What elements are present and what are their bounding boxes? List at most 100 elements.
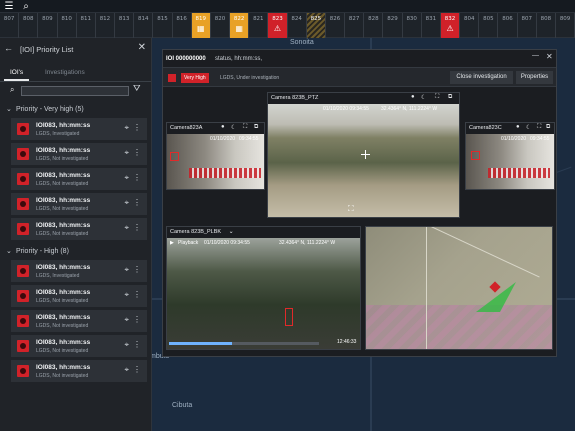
menu-icon[interactable]: ☰ [3, 1, 15, 12]
close-icon[interactable]: ✕ [546, 52, 553, 61]
more-options-icon[interactable]: ⋮ [133, 198, 141, 207]
ioi-list-item[interactable]: IOI083, hh:mm:ss LGDS, Not investigated ⌖ ⋮ [11, 335, 147, 357]
properties-button[interactable]: Properties [516, 71, 553, 84]
priority-group-header[interactable]: ⌄ Priority - High (8) [0, 243, 151, 260]
timeline-segment[interactable]: 825 [306, 13, 326, 38]
record-icon[interactable]: ● [516, 124, 520, 130]
more-options-icon[interactable]: ⋮ [133, 173, 141, 182]
more-options-icon[interactable]: ⋮ [133, 365, 141, 374]
timeline-segment[interactable]: 807 [518, 13, 537, 38]
search-input[interactable] [21, 86, 129, 96]
popout-icon[interactable]: ⧉ [254, 124, 258, 131]
chevron-down-icon[interactable]: ⌄ [229, 229, 234, 235]
search-icon[interactable]: ⌕ [20, 1, 32, 12]
timeline-segment[interactable]: 822 ▦ [230, 13, 250, 38]
ioi-list-item[interactable]: IOI083, hh:mm:ss LGDS, Not investigated ⌖ ⋮ [11, 360, 147, 382]
ioi-list-item[interactable]: IOI083, hh:mm:ss LGDS, Not investigated ⌖ ⋮ [11, 285, 147, 307]
location-pin-icon[interactable]: ⌖ [124, 265, 129, 275]
ioi-list-item[interactable]: IOI083, hh:mm:ss LGDS, Not investigated ⌖ ⋮ [11, 218, 147, 240]
camera-feed-playback[interactable]: Camera 823B_PLBK ⌄ ▶ Playback 01/10/2020… [166, 226, 361, 350]
timeline-segment[interactable]: 809 [556, 13, 575, 38]
ioi-list-item[interactable]: IOI083, hh:mm:ss LGDS, Not investigated ⌖ ⋮ [11, 310, 147, 332]
priority-group-header[interactable]: ⌄ Priority - Very high (5) [0, 101, 151, 118]
night-mode-icon[interactable]: ☾ [231, 124, 236, 131]
location-pin-icon[interactable]: ⌖ [124, 365, 129, 375]
timeline-segment[interactable]: 820 [211, 13, 231, 38]
chevron-down-icon[interactable]: ⌄ [6, 247, 12, 255]
timeline-segment[interactable]: 832 ⚠ [440, 13, 461, 38]
ioi-list-item[interactable]: IOI083, hh:mm:ss LGDS, Not investigated ⌖ ⋮ [11, 193, 147, 215]
timeline-segment[interactable]: 804 [460, 13, 480, 38]
minimize-icon[interactable]: — [532, 52, 539, 59]
location-pin-icon[interactable]: ⌖ [124, 223, 129, 233]
fullscreen-icon[interactable]: ⛶ [243, 124, 247, 131]
timeline-segment[interactable]: 805 [479, 13, 499, 38]
camera-feed-center[interactable]: Camera 823B_PTZ ● ☾ ⛶ ⧉ 01/10/2020 09:34… [267, 92, 460, 218]
night-mode-icon[interactable]: ☾ [421, 94, 426, 101]
ioi-list-item[interactable]: IOI083, hh:mm:ss LGDS, Investigated ⌖ ⋮ [11, 118, 147, 140]
fullscreen-icon[interactable]: ⛶ [435, 94, 439, 101]
timeline-segment[interactable]: 808 [19, 13, 39, 38]
filter-icon[interactable]: ⛛ [133, 83, 141, 94]
timeline-segment[interactable]: 819 ▦ [191, 13, 211, 38]
play-icon[interactable]: ▶ [170, 240, 174, 246]
timeline-segment[interactable]: 808 [537, 13, 556, 38]
more-options-icon[interactable]: ⋮ [133, 290, 141, 299]
timeline-segment[interactable]: 831 [422, 13, 441, 38]
location-pin-icon[interactable]: ⌖ [124, 173, 129, 183]
record-icon[interactable]: ● [221, 124, 225, 130]
ioi-list-item[interactable]: IOI083, hh:mm:ss LGDS, Not investigated ⌖ ⋮ [11, 143, 147, 165]
camera-feed-left[interactable]: Camera823A ● ☾ ⛶ ⧉ 01/10/2020 09:34:55 [166, 122, 265, 190]
timeline-segment[interactable]: 815 [153, 13, 173, 38]
back-arrow-icon[interactable]: ← [4, 43, 13, 53]
more-options-icon[interactable]: ⋮ [133, 148, 141, 157]
timeline-segment[interactable]: 821 [249, 13, 269, 38]
timeline-segment[interactable]: 809 [38, 13, 58, 38]
timeline-segment[interactable]: 812 [96, 13, 116, 38]
more-options-icon[interactable]: ⋮ [133, 223, 141, 232]
fullscreen-icon[interactable]: ⛶ [537, 124, 541, 131]
record-icon[interactable]: ● [411, 94, 415, 100]
location-pin-icon[interactable]: ⌖ [124, 123, 129, 133]
timeline-segment[interactable]: 827 [345, 13, 365, 38]
timeline-segment[interactable]: 829 [383, 13, 403, 38]
location-pin-icon[interactable]: ⌖ [124, 148, 129, 158]
timeline-segment[interactable]: 807 [0, 13, 20, 38]
timeline-segment[interactable]: 816 [173, 13, 192, 38]
more-options-icon[interactable]: ⋮ [133, 265, 141, 274]
timeline-segment[interactable]: 814 [134, 13, 154, 38]
timeline-segment[interactable]: 830 [403, 13, 422, 38]
close-investigation-button[interactable]: Close investigation [450, 71, 513, 84]
timeline-segment[interactable]: 806 [498, 13, 518, 38]
chevron-down-icon[interactable]: ⌄ [6, 105, 12, 113]
timeline-segment[interactable]: 823 ⚠ [268, 13, 288, 38]
night-mode-icon[interactable]: ☾ [526, 124, 531, 131]
tab-iois[interactable]: IOI's [3, 69, 30, 81]
timeline-segment[interactable]: 813 [115, 13, 135, 38]
playback-progress-track[interactable] [169, 342, 319, 345]
more-options-icon[interactable]: ⋮ [133, 123, 141, 132]
location-pin-icon[interactable]: ⌖ [124, 198, 129, 208]
camera-feed-right[interactable]: Camera823C ● ☾ ⛶ ⧉ 01/10/2020 09:34:55 [465, 122, 555, 190]
more-options-icon[interactable]: ⋮ [133, 315, 141, 324]
location-pin-icon[interactable]: ⌖ [124, 340, 129, 350]
popout-icon[interactable]: ⧉ [546, 124, 550, 131]
close-icon[interactable]: ✕ [138, 42, 146, 53]
camera-image: 01/10/2020 09:34:55 [466, 134, 554, 189]
tab-investigations[interactable]: Investigations [45, 69, 85, 76]
ioi-list-item[interactable]: IOI083, hh:mm:ss LGDS, Not investigated ⌖ ⋮ [11, 168, 147, 190]
timeline-segment[interactable]: 826 [326, 13, 346, 38]
expand-icon[interactable]: ⛶ [348, 204, 354, 214]
alert-icon [17, 173, 29, 185]
more-options-icon[interactable]: ⋮ [133, 340, 141, 349]
popout-icon[interactable]: ⧉ [448, 94, 452, 101]
mini-map[interactable] [365, 226, 553, 350]
timeline-segment[interactable]: 811 [77, 13, 96, 38]
timeline-segment[interactable]: 828 [364, 13, 384, 38]
timeline-segment[interactable]: 810 [58, 13, 77, 38]
alert-marker-icon[interactable] [489, 281, 501, 293]
timeline-segment[interactable]: 824 [288, 13, 307, 38]
location-pin-icon[interactable]: ⌖ [124, 290, 129, 300]
ioi-list-item[interactable]: IOI083, hh:mm:ss LGDS, Investigated ⌖ ⋮ [11, 260, 147, 282]
location-pin-icon[interactable]: ⌖ [124, 315, 129, 325]
